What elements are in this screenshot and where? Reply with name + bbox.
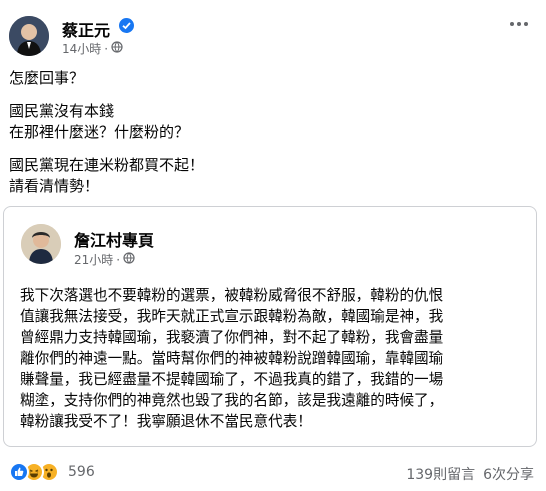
post-text-line: 國民黨沒有本錢 [9,102,115,120]
more-options-icon[interactable] [504,14,534,34]
verified-badge-icon [119,18,134,33]
shares-count-link[interactable]: 6次分享 [483,464,534,484]
shared-post-card[interactable]: 詹江村專頁 21小時 · 我下次落選也不要韓粉的選票，被韓粉威脅很不舒服，韓粉的… [3,206,537,447]
comments-count-link[interactable]: 139則留言 [406,464,475,484]
shared-post-body: 我下次落選也不要韓粉的選票，被韓粉威脅很不舒服，韓粉的仇恨 值讓我無法接受，我昨… [20,285,526,432]
post-timestamp[interactable]: 14小時 [62,40,101,57]
post-text-line: 怎麼回事？ [9,69,85,87]
reaction-count: 596 [68,464,95,480]
shared-text-line: 值讓我無法接受，我昨天就正式宣示跟韓粉為敵，韓國瑜是神，我 [20,308,444,325]
shared-text-line: 離你們的神遠一點。當時幫你們的神被韓粉說蹭韓國瑜，靠韓國瑜 [20,350,444,367]
shared-text-line: 糊塗，支持你們的神竟然也毀了我的名節，該是我遠離的時候了， [20,392,444,409]
post-text-line: 在那裡什麼迷？什麼粉的？ [9,123,190,141]
post-paragraph: 國民黨現在連米粉都買不起！ 請看清情勢！ [9,155,529,197]
post-text-line: 請看清情勢！ [9,177,100,195]
globe-icon [123,252,135,267]
engagement-stats: 139則留言 6次分享 [406,464,534,484]
post-meta: 14小時 · [62,40,123,57]
shared-text-line: 曾經鼎力支持韓國瑜，我褻瀆了你們神，對不起了韓粉，我會盡量 [20,329,444,346]
shared-author-name[interactable]: 詹江村專頁 [74,227,154,251]
post-footer: 596 139則留言 6次分享 [0,456,546,491]
post-body: 怎麼回事？ 國民黨沒有本錢 在那裡什麼迷？什麼粉的？ 國民黨現在連米粉都買不起！… [9,68,529,209]
shared-post-timestamp[interactable]: 21小時 [74,251,113,268]
author-avatar[interactable] [9,16,49,56]
post-text-line: 國民黨現在連米粉都買不起！ [9,156,205,174]
author-name[interactable]: 蔡正元 [62,17,110,41]
globe-icon [111,41,123,56]
shared-post-meta: 21小時 · [74,251,135,268]
meta-separator: · [116,252,121,267]
reactions-summary[interactable]: 596 [9,462,95,482]
shared-text-line: 賺聲量，我已經盡量不提韓國瑜了，不過我真的錯了，我錯的一場 [20,371,444,388]
post-paragraph: 國民黨沒有本錢 在那裡什麼迷？什麼粉的？ [9,101,529,143]
meta-separator: · [104,41,109,56]
post-header: 蔡正元 14小時 · [0,0,546,64]
like-reaction-icon [9,462,29,482]
shared-author-avatar[interactable] [21,224,61,264]
post-paragraph: 怎麼回事？ [9,68,529,89]
shared-text-line: 我下次落選也不要韓粉的選票，被韓粉威脅很不舒服，韓粉的仇恨 [20,287,444,304]
shared-text-line: 韓粉讓我受不了！我寧願退休不當民意代表！ [20,413,312,430]
